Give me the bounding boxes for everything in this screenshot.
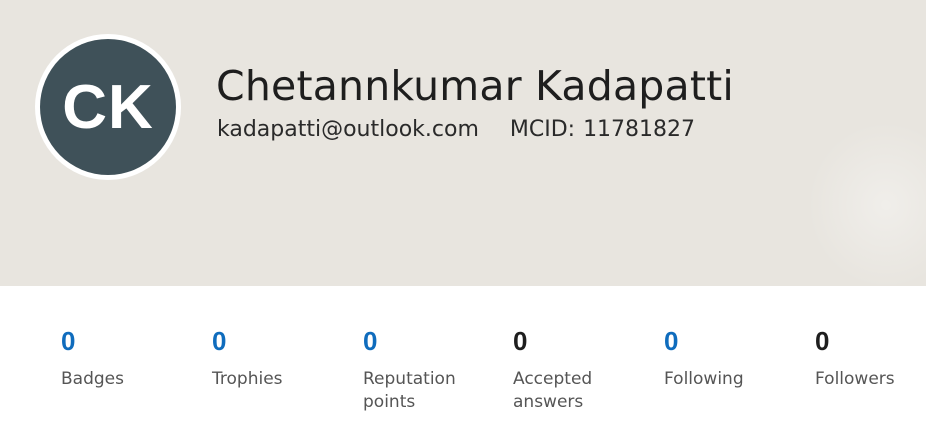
mcid-value: 11781827 [583,117,696,142]
reputation-label-line1: Reputation [363,369,456,389]
stat-badges[interactable]: 0 Badges [61,326,201,391]
trophies-count[interactable]: 0 [212,326,352,356]
reputation-label: Reputation points [363,368,503,414]
avatar: CK [40,39,176,175]
stat-followers: 0 Followers [815,326,926,391]
reputation-label-line2: points [363,392,416,412]
profile-stats: 0 Badges 0 Trophies 0 Reputation points … [0,286,926,428]
badges-count[interactable]: 0 [61,326,201,356]
avatar-ring: CK [35,34,181,180]
stat-reputation[interactable]: 0 Reputation points [363,326,503,414]
profile-email: kadapatti@outlook.com [217,117,479,142]
stat-following[interactable]: 0 Following [664,326,804,391]
followers-label: Followers [815,369,895,389]
accepted-answers-count: 0 [513,326,528,356]
profile-header: CK Chetannkumar Kadapatti kadapatti@outl… [0,0,926,286]
following-label: Following [664,369,744,389]
accepted-label-line1: Accepted [513,369,593,389]
badges-label: Badges [61,369,124,389]
accepted-label-line2: answers [513,392,584,412]
reputation-count[interactable]: 0 [363,326,503,356]
trophies-label: Trophies [212,369,283,389]
accepted-answers-label: Accepted answers [513,368,653,414]
following-count[interactable]: 0 [664,326,804,356]
followers-count: 0 [815,326,830,356]
stat-trophies[interactable]: 0 Trophies [212,326,352,391]
profile-name: Chetannkumar Kadapatti [216,62,734,110]
stat-accepted-answers: 0 Accepted answers [513,326,653,414]
mcid-label: MCID: [509,117,576,142]
profile-meta: kadapatti@outlook.com MCID: 11781827 [217,117,695,142]
